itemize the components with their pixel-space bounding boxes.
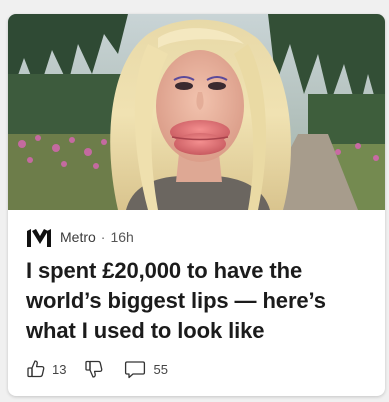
dislike-button[interactable] <box>84 359 104 379</box>
thumbs-up-icon <box>27 360 45 378</box>
article-thumbnail[interactable] <box>8 14 385 210</box>
reaction-bar: 13 55 <box>26 357 168 381</box>
publish-age: 16h <box>110 229 134 245</box>
article-meta: Metro · 16h <box>26 226 134 248</box>
comment-icon <box>125 361 146 379</box>
source-name[interactable]: Metro <box>60 229 96 245</box>
news-card[interactable]: Metro · 16h I spent £20,000 to have the … <box>8 14 385 396</box>
comment-button[interactable]: 55 <box>124 359 168 379</box>
article-headline[interactable]: I spent £20,000 to have the world’s bigg… <box>26 256 371 346</box>
like-button[interactable]: 13 <box>26 359 84 379</box>
comment-count: 55 <box>153 361 168 377</box>
meta-separator: · <box>100 229 106 245</box>
thumbs-down-icon <box>85 360 103 378</box>
like-count: 13 <box>52 361 67 377</box>
thumbnail-image <box>8 14 385 210</box>
metro-logo-icon <box>27 229 51 247</box>
